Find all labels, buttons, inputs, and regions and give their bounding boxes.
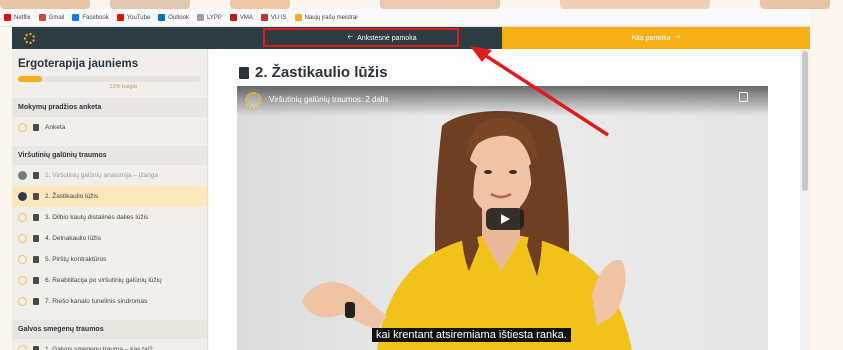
lesson-list-item[interactable]: 2. Žastikaulio lūžis bbox=[12, 186, 207, 207]
check-circle-icon bbox=[18, 192, 27, 201]
document-icon bbox=[33, 214, 39, 221]
course-title: Ergoterapija jauniems bbox=[18, 58, 139, 70]
scrollbar-thumb[interactable] bbox=[802, 51, 808, 191]
bookmark-favicon-icon bbox=[116, 14, 124, 21]
bookmark-label: Naujų įrašų meistrai bbox=[304, 14, 358, 21]
bookmark-item[interactable]: Facebook bbox=[72, 14, 109, 21]
logo-icon[interactable] bbox=[24, 32, 35, 44]
course-progress-bar bbox=[18, 76, 201, 82]
bookmark-favicon-icon bbox=[260, 14, 268, 21]
play-button[interactable] bbox=[486, 208, 524, 230]
document-icon bbox=[33, 124, 39, 131]
document-icon bbox=[33, 298, 39, 305]
lesson-title: 2. Žastikaulio lūžis bbox=[239, 64, 388, 81]
copy-link-icon[interactable] bbox=[739, 92, 748, 102]
status-circle-icon bbox=[18, 234, 27, 243]
bookmark-favicon-icon bbox=[72, 14, 80, 21]
bookmark-item[interactable]: Netflix bbox=[4, 14, 31, 21]
lesson-list-item[interactable]: 1. Galvos smegenų trauma – kas tai? bbox=[12, 339, 207, 350]
decorative-banner bbox=[0, 0, 843, 9]
progress-fill bbox=[18, 76, 42, 82]
lesson-list-item[interactable]: Anketa bbox=[12, 117, 207, 138]
lesson-list-item[interactable]: 1. Viršutinių galūnių anatomija – įžanga bbox=[12, 165, 207, 186]
bookmark-label: Gmail bbox=[48, 14, 65, 21]
bookmark-label: VMA bbox=[239, 14, 253, 21]
document-icon bbox=[33, 235, 39, 242]
next-lesson-label: Kita pamoka bbox=[631, 34, 671, 42]
highlight-box bbox=[263, 28, 459, 47]
arrow-right-icon: 🡢 bbox=[674, 33, 681, 41]
lesson-list-item[interactable]: 6. Reabilitacija po viršutinių galūnių l… bbox=[12, 270, 207, 291]
lesson-list-item[interactable]: 7. Riešo kanalo tunelinis sindromas bbox=[12, 291, 207, 312]
document-icon bbox=[33, 256, 39, 263]
course-sidebar: Ergoterapija jauniems 13% baigta Mokymų … bbox=[12, 49, 208, 350]
lesson-title-text: 2. Žastikaulio lūžis bbox=[255, 64, 388, 81]
bookmark-item[interactable]: LYPP bbox=[196, 14, 222, 21]
bookmark-label: Facebook bbox=[82, 14, 109, 21]
lesson-item-label: 5. Pirštų kontraktūros bbox=[45, 256, 107, 263]
next-lesson-button[interactable]: Kita pamoka 🡢 bbox=[502, 27, 810, 49]
document-icon bbox=[33, 277, 39, 284]
lesson-item-label: 4. Delnakaulio lūžis bbox=[45, 235, 102, 242]
video-title[interactable]: Viršutinių galūnių traumos: 2 dalis bbox=[269, 95, 388, 104]
lesson-item-label: 6. Reabilitacija po viršutinių galūnių l… bbox=[45, 277, 162, 284]
section-header: Galvos smegenų traumos bbox=[12, 320, 207, 339]
status-circle-icon bbox=[18, 297, 27, 306]
lesson-content: 2. Žastikaulio lūžis Viršutinių galūnių … bbox=[209, 49, 800, 350]
page-scrollbar[interactable] bbox=[800, 49, 810, 350]
bookmarks-bar: Netflix Gmail Facebook YouTube Outlook LYPP VM… bbox=[0, 9, 810, 27]
bookmark-label: Netflix bbox=[14, 14, 31, 21]
video-caption: kai krentant atsiremiama ištiesta ranka. bbox=[372, 328, 571, 342]
document-icon bbox=[33, 193, 39, 200]
bookmark-label: LYPP bbox=[206, 14, 222, 21]
section-header: Viršutinių galūnių traumos bbox=[12, 146, 207, 165]
progress-text: 13% baigta bbox=[109, 84, 137, 90]
status-circle-icon bbox=[18, 213, 27, 222]
bookmark-favicon-icon bbox=[229, 14, 237, 21]
document-icon bbox=[33, 346, 39, 350]
lesson-item-label: 3. Dilbio kaulų distalinės dalies lūžis bbox=[45, 214, 149, 221]
video-player[interactable]: Viršutinių galūnių traumos: 2 dalis kai … bbox=[237, 86, 768, 350]
section-header: Mokymų pradžios anketa bbox=[12, 98, 207, 117]
channel-logo-icon[interactable] bbox=[245, 92, 262, 109]
bookmark-favicon-icon bbox=[4, 14, 11, 21]
bookmark-favicon-icon bbox=[158, 14, 166, 21]
bookmark-item[interactable]: VMA bbox=[229, 14, 253, 21]
lesson-item-label: 1. Galvos smegenų trauma – kas tai? bbox=[45, 346, 153, 350]
bookmark-label: VU IS bbox=[270, 14, 287, 21]
bookmark-label: YouTube bbox=[126, 14, 151, 21]
status-circle-icon bbox=[18, 123, 27, 132]
bookmark-item[interactable]: Gmail bbox=[38, 14, 65, 21]
lesson-item-label: 7. Riešo kanalo tunelinis sindromas bbox=[45, 298, 148, 305]
bookmark-favicon-icon bbox=[294, 14, 302, 21]
site-logo-area bbox=[12, 27, 262, 49]
bookmark-label: Outlook bbox=[168, 14, 189, 21]
lesson-list-item[interactable]: 3. Dilbio kaulų distalinės dalies lūžis bbox=[12, 207, 207, 228]
document-icon bbox=[33, 172, 39, 179]
bookmark-item[interactable]: Outlook bbox=[158, 14, 189, 21]
status-circle-icon bbox=[18, 276, 27, 285]
bookmark-favicon-icon bbox=[38, 14, 46, 21]
bookmark-item[interactable]: Naujų įrašų meistrai bbox=[294, 14, 358, 21]
lesson-list-item[interactable]: 5. Pirštų kontraktūros bbox=[12, 249, 207, 270]
bookmark-item[interactable]: YouTube bbox=[116, 14, 151, 21]
check-circle-icon bbox=[18, 171, 27, 180]
lesson-item-label: Anketa bbox=[45, 124, 66, 131]
status-circle-icon bbox=[18, 255, 27, 264]
bookmark-favicon-icon bbox=[196, 14, 204, 21]
status-circle-icon bbox=[18, 345, 27, 350]
lesson-item-label: 2. Žastikaulio lūžis bbox=[45, 193, 99, 200]
lesson-list-item[interactable]: 4. Delnakaulio lūžis bbox=[12, 228, 207, 249]
document-icon bbox=[239, 66, 249, 79]
bookmark-item[interactable]: VU IS bbox=[260, 14, 287, 21]
lesson-item-label: 1. Viršutinių galūnių anatomija – įžanga bbox=[45, 172, 158, 179]
